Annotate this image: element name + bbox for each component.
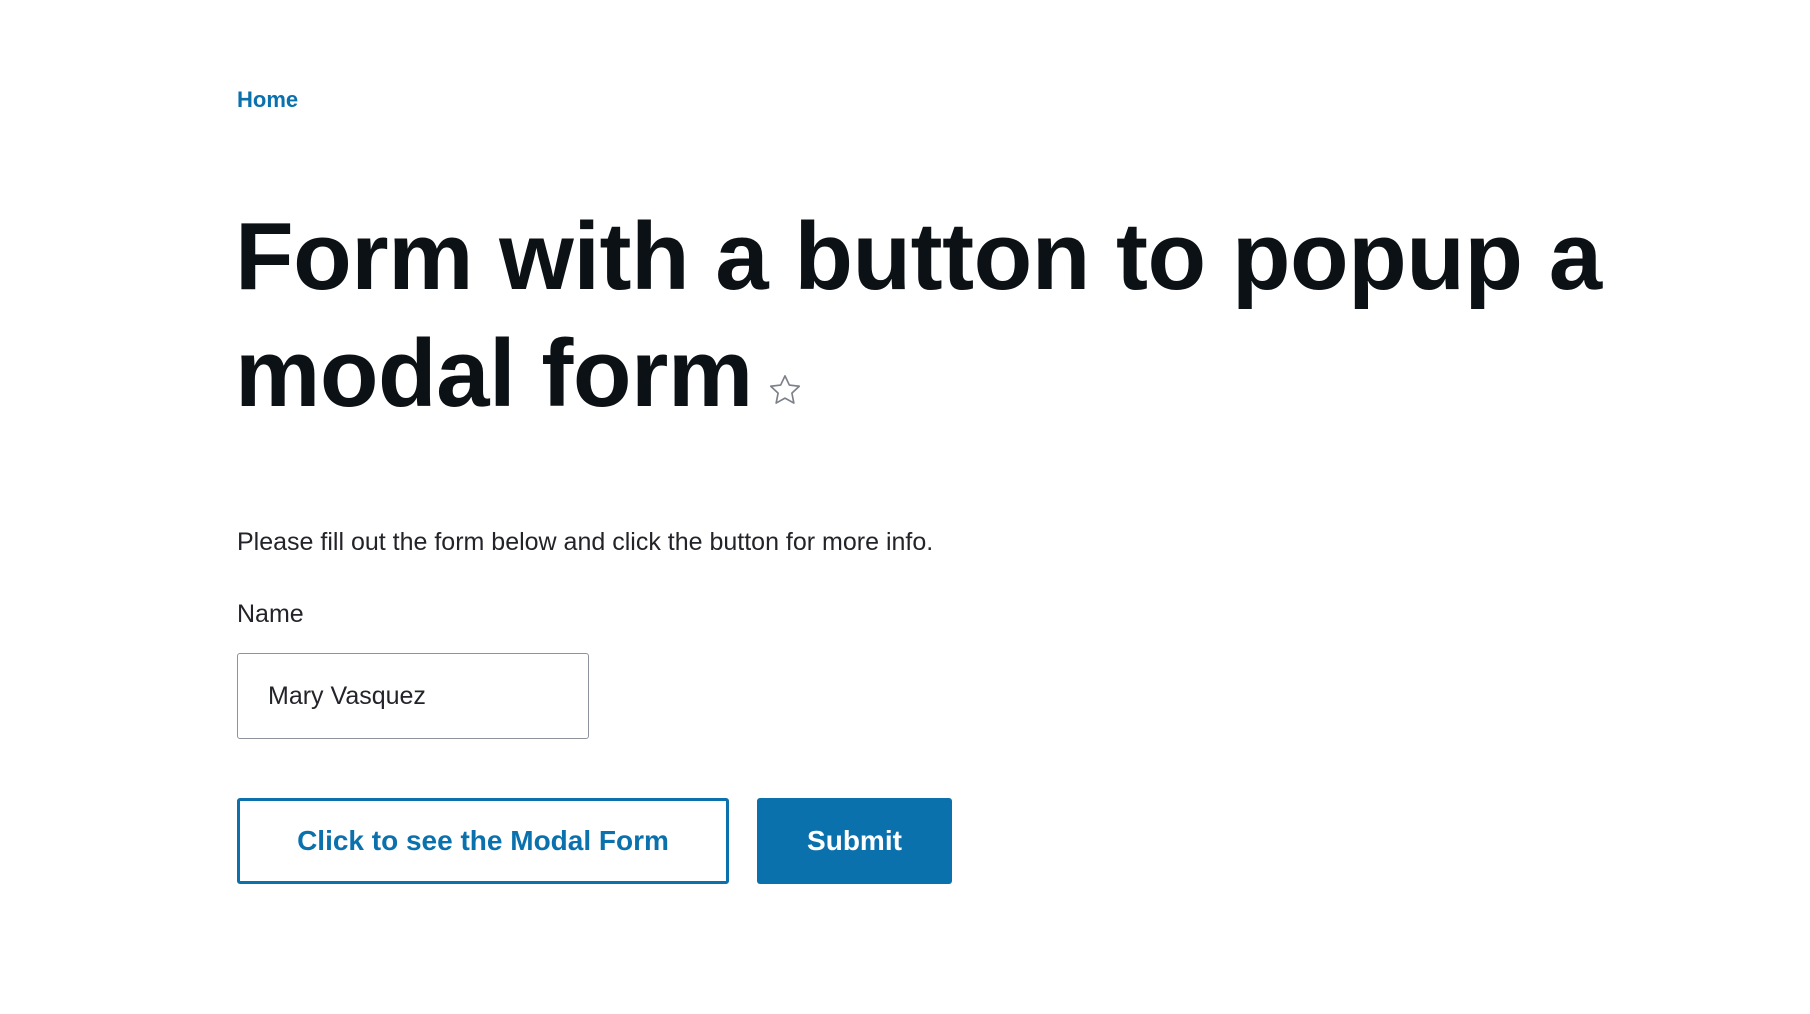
page-root: Home Form with a button to popup a modal… [0, 0, 1810, 1014]
submit-button[interactable]: Submit [757, 798, 952, 884]
star-icon[interactable] [767, 372, 803, 408]
name-input[interactable] [237, 653, 589, 739]
page-title: Form with a button to popup a modal form [235, 198, 1655, 432]
page-title-text: Form with a button to popup a modal form [235, 203, 1602, 427]
name-label: Name [237, 600, 304, 628]
breadcrumb-home-link[interactable]: Home [237, 87, 298, 113]
intro-text: Please fill out the form below and click… [237, 528, 934, 556]
open-modal-form-button[interactable]: Click to see the Modal Form [237, 798, 729, 884]
